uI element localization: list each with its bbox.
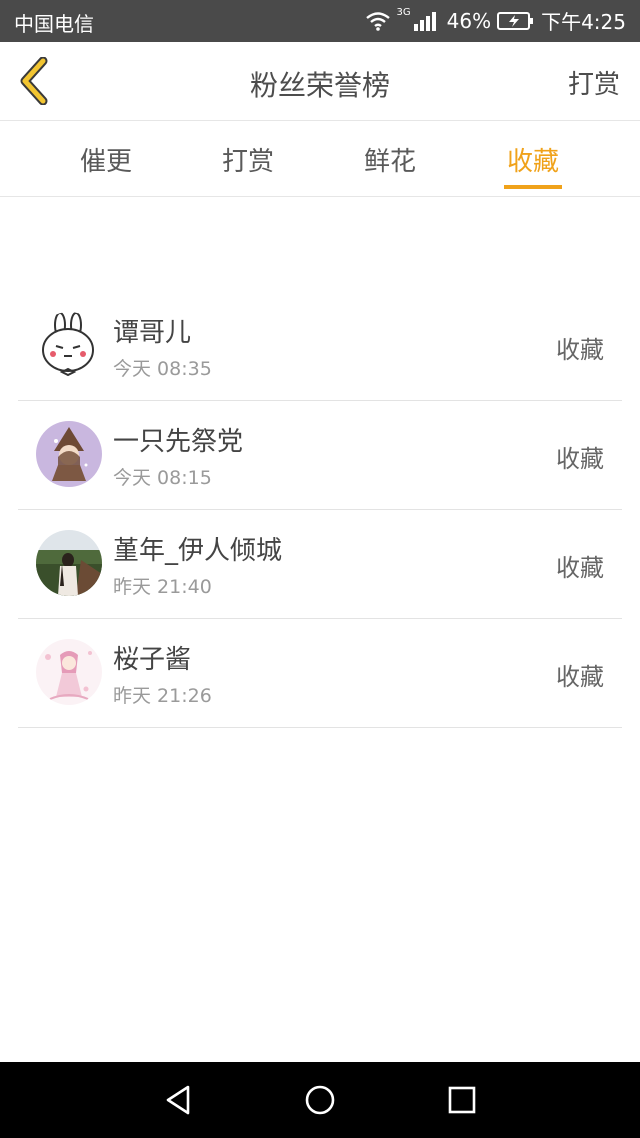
status-indicators: 3G 46% 下午4:25 (365, 6, 626, 35)
list-item[interactable]: 一只先祭党 今天 08:15 收藏 (18, 401, 622, 510)
nav-home-button[interactable] (302, 1082, 338, 1118)
active-tab-indicator (504, 185, 562, 189)
nav-back-button[interactable] (160, 1082, 196, 1118)
page-title: 粉丝荣誉榜 (249, 69, 390, 102)
status-bar: 中国电信 3G 46% 下午4:25 (0, 0, 640, 42)
battery-icon (497, 11, 535, 31)
fan-list: 谭哥儿 今天 08:35 收藏 一只先祭党 今天 08:15 收藏 堇年_伊人倾… (18, 292, 622, 728)
user-name: 一只先祭党 (113, 427, 244, 457)
carrier-label: 中国电信 (14, 12, 94, 36)
square-recent-icon (448, 1086, 476, 1114)
triangle-back-icon (166, 1085, 190, 1115)
network-type-label: 3G (396, 7, 411, 18)
tab-label: 打赏 (221, 147, 274, 177)
anime-girl-avatar (36, 639, 102, 705)
tab-label: 收藏 (506, 147, 559, 177)
item-time: 今天 08:35 (113, 358, 212, 380)
header: 粉丝荣誉榜 打赏 (0, 42, 640, 121)
page: 中国电信 3G 46% 下午4:25 粉丝荣誉榜 打赏 催更 打赏 鲜花 收藏 … (0, 0, 640, 1138)
tab-collect[interactable]: 收藏 (473, 141, 593, 189)
user-name: 堇年_伊人倾城 (113, 536, 283, 566)
tab-label: 催更 (79, 147, 132, 177)
battery-percent: 46% (446, 8, 492, 33)
item-action-label: 收藏 (556, 554, 604, 582)
item-time: 今天 08:15 (113, 467, 212, 489)
system-nav-bar (0, 1062, 640, 1138)
list-item[interactable]: 堇年_伊人倾城 昨天 21:40 收藏 (18, 510, 622, 619)
list-item[interactable]: 桜子酱 昨天 21:26 收藏 (18, 619, 622, 728)
reward-link[interactable]: 打赏 (568, 64, 620, 101)
tab-flowers[interactable]: 鲜花 (330, 141, 450, 178)
user-name: 谭哥儿 (113, 318, 192, 348)
item-action-label: 收藏 (556, 336, 604, 364)
item-time: 昨天 21:40 (113, 576, 212, 598)
bunny-avatar (36, 312, 102, 378)
photo-girl-avatar (36, 530, 102, 596)
clock-label: 下午4:25 (541, 10, 626, 34)
item-action-label: 收藏 (556, 445, 604, 473)
tab-reward[interactable]: 打赏 (188, 141, 308, 178)
user-name: 桜子酱 (113, 645, 192, 675)
witch-girl-avatar (36, 421, 102, 487)
list-item[interactable]: 谭哥儿 今天 08:35 收藏 (18, 292, 622, 401)
tab-urge[interactable]: 催更 (46, 141, 166, 178)
wifi-icon (365, 11, 391, 31)
nav-recent-button[interactable] (444, 1082, 480, 1118)
item-time: 昨天 21:26 (113, 685, 212, 707)
circle-home-icon (305, 1085, 335, 1115)
item-action-label: 收藏 (556, 663, 604, 691)
signal-icon (413, 10, 441, 32)
tab-label: 鲜花 (363, 147, 416, 177)
tab-bar: 催更 打赏 鲜花 收藏 (0, 121, 640, 197)
